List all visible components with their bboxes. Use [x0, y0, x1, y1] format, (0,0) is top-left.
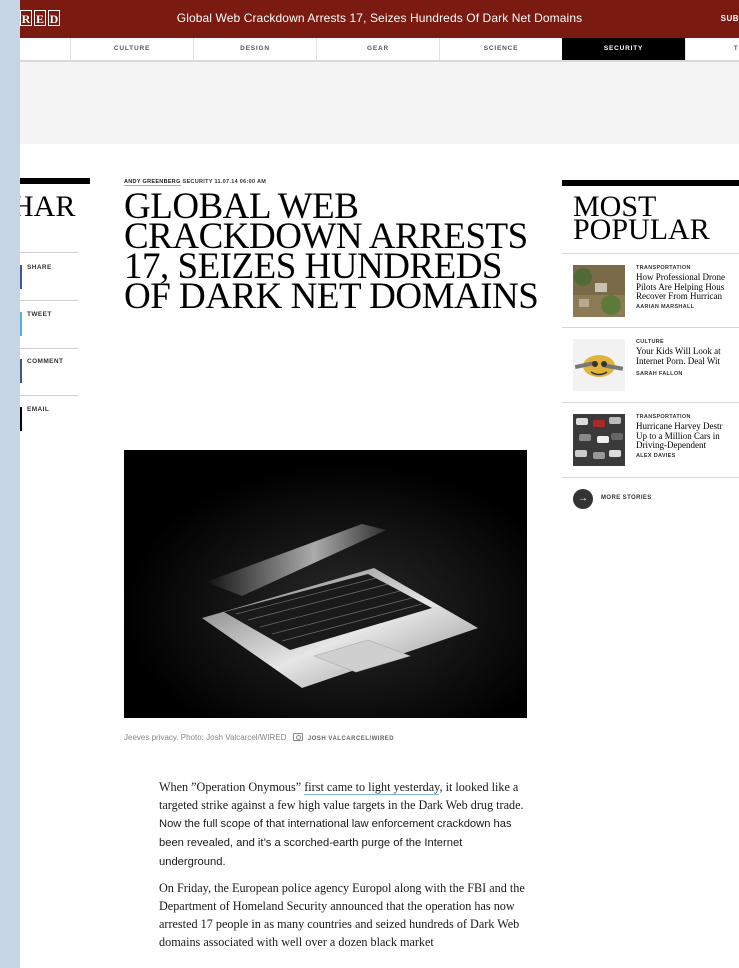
- facebook-color-mark: [20, 265, 22, 289]
- title-line: Recover From Hurrican: [636, 291, 722, 301]
- heading-line: POPULAR: [573, 213, 710, 246]
- story-thumbnail[interactable]: [573, 265, 625, 317]
- comment-color-mark: [20, 359, 22, 383]
- nav-item-transportation[interactable]: TRANS: [685, 38, 739, 60]
- popular-story-1[interactable]: TRANSPORTATION How Professional Drone Pi…: [573, 265, 739, 325]
- author-link[interactable]: ANDY GREENBERG: [124, 179, 181, 186]
- article-page: R E D Global Web Crackdown Arrests 17, S…: [20, 0, 739, 968]
- comment-button[interactable]: COMMENT: [20, 358, 80, 383]
- divider: [20, 395, 78, 396]
- article-headline: Global Web Crackdown Arrests 17, Seizes …: [124, 186, 539, 317]
- divider: [562, 327, 739, 328]
- photo-credit: JOSH VALCARCEL/WIRED: [307, 736, 395, 742]
- story-author[interactable]: AARIAN MARSHALL: [636, 304, 694, 310]
- arrow-right-icon[interactable]: →: [573, 489, 593, 509]
- divider: [562, 477, 739, 478]
- story-author[interactable]: SARAH FALLON: [636, 371, 683, 377]
- email-button[interactable]: EMAIL: [20, 406, 80, 431]
- divider: [20, 252, 78, 253]
- more-stories-label: MORE STORIES: [601, 495, 652, 501]
- comment-label: COMMENT: [27, 358, 64, 365]
- divider: [562, 253, 739, 254]
- laptop-photo: [124, 450, 527, 718]
- story-title[interactable]: Your Kids Will Look at Internet Porn. De…: [636, 346, 739, 366]
- paragraph: When ”Operation Onymous” first came to l…: [159, 778, 525, 871]
- nav-item-culture[interactable]: CULTURE: [70, 38, 193, 60]
- share-divider-bar: [20, 178, 90, 184]
- flood-aerial-thumbnail: [573, 265, 625, 317]
- story-thumbnail[interactable]: [573, 414, 625, 466]
- nav-item-gear[interactable]: GEAR: [316, 38, 439, 60]
- share-label: SHARE: [27, 264, 52, 271]
- section-nav: SS CULTURE DESIGN GEAR SCIENCE SECURITY …: [20, 38, 739, 62]
- header-article-title: Global Web Crackdown Arrests 17, Seizes …: [176, 11, 583, 25]
- nav-item-design[interactable]: DESIGN: [193, 38, 316, 60]
- camera-icon: [292, 733, 303, 741]
- article-body: When ”Operation Onymous” first came to l…: [159, 778, 525, 959]
- publish-time: 06:00 AM: [239, 179, 267, 185]
- most-popular-divider-bar: [562, 180, 739, 186]
- share-twitter-button[interactable]: TWEET: [20, 311, 80, 336]
- popular-story-2[interactable]: CULTURE Your Kids Will Look at Internet …: [573, 339, 739, 399]
- story-category: CULTURE: [636, 339, 664, 345]
- logo-letter: D: [48, 10, 60, 26]
- nav-item-business[interactable]: SS: [20, 38, 70, 60]
- divider: [20, 348, 78, 349]
- site-header: R E D Global Web Crackdown Arrests 17, S…: [20, 0, 739, 38]
- email-label: EMAIL: [27, 406, 50, 413]
- hero-image: [124, 450, 527, 718]
- title-line: Internet Porn. Deal Wit: [636, 355, 720, 366]
- story-author[interactable]: ALEX DAVIES: [636, 453, 676, 459]
- flooded-cars-thumbnail: [573, 414, 625, 466]
- story-category: TRANSPORTATION: [636, 414, 691, 420]
- story-title[interactable]: Hurricane Harvey Destr Up to a Million C…: [636, 421, 739, 451]
- popular-story-3[interactable]: TRANSPORTATION Hurricane Harvey Destr Up…: [573, 414, 739, 474]
- paragraph-text: When ”Operation Onymous”: [159, 780, 305, 794]
- inline-link[interactable]: first came to light yesterday: [304, 780, 440, 795]
- caption-text: Jeeves privacy. Photo: Josh Valcarcel/WI…: [124, 733, 287, 742]
- divider: [20, 300, 78, 301]
- illustration-thumbnail: [573, 339, 625, 391]
- logo-letter: R: [20, 10, 32, 26]
- most-popular-heading: MOST POPULAR: [573, 192, 710, 245]
- byline: ANDY GREENBERG SECURITY 11.07.14 06:00 A…: [124, 179, 267, 186]
- twitter-color-mark: [20, 312, 22, 336]
- publish-date: 11.07.14: [214, 179, 238, 185]
- subscribe-link[interactable]: SUB: [721, 14, 739, 23]
- paragraph: On Friday, the European police agency Eu…: [159, 881, 525, 949]
- site-logo[interactable]: R E D: [20, 10, 60, 26]
- tweet-label: TWEET: [27, 311, 52, 318]
- nav-item-science[interactable]: SCIENCE: [439, 38, 562, 60]
- paragraph-text: Now the full scope of that international…: [159, 818, 512, 868]
- story-thumbnail[interactable]: [573, 339, 625, 391]
- ad-banner-area: [20, 62, 739, 144]
- logo-letter: E: [34, 10, 46, 26]
- image-caption: Jeeves privacy. Photo: Josh Valcarcel/WI…: [124, 733, 394, 742]
- share-facebook-button[interactable]: SHARE: [20, 264, 80, 289]
- nav-item-security[interactable]: SECURITY: [562, 38, 685, 60]
- divider: [562, 402, 739, 403]
- email-color-mark: [20, 407, 22, 431]
- category-link[interactable]: SECURITY: [183, 179, 213, 185]
- story-title[interactable]: How Professional Drone Pilots Are Helpin…: [636, 272, 739, 302]
- title-line: Driving-Dependent: [636, 440, 706, 450]
- share-heading: HAR: [20, 190, 76, 223]
- story-category: TRANSPORTATION: [636, 265, 691, 271]
